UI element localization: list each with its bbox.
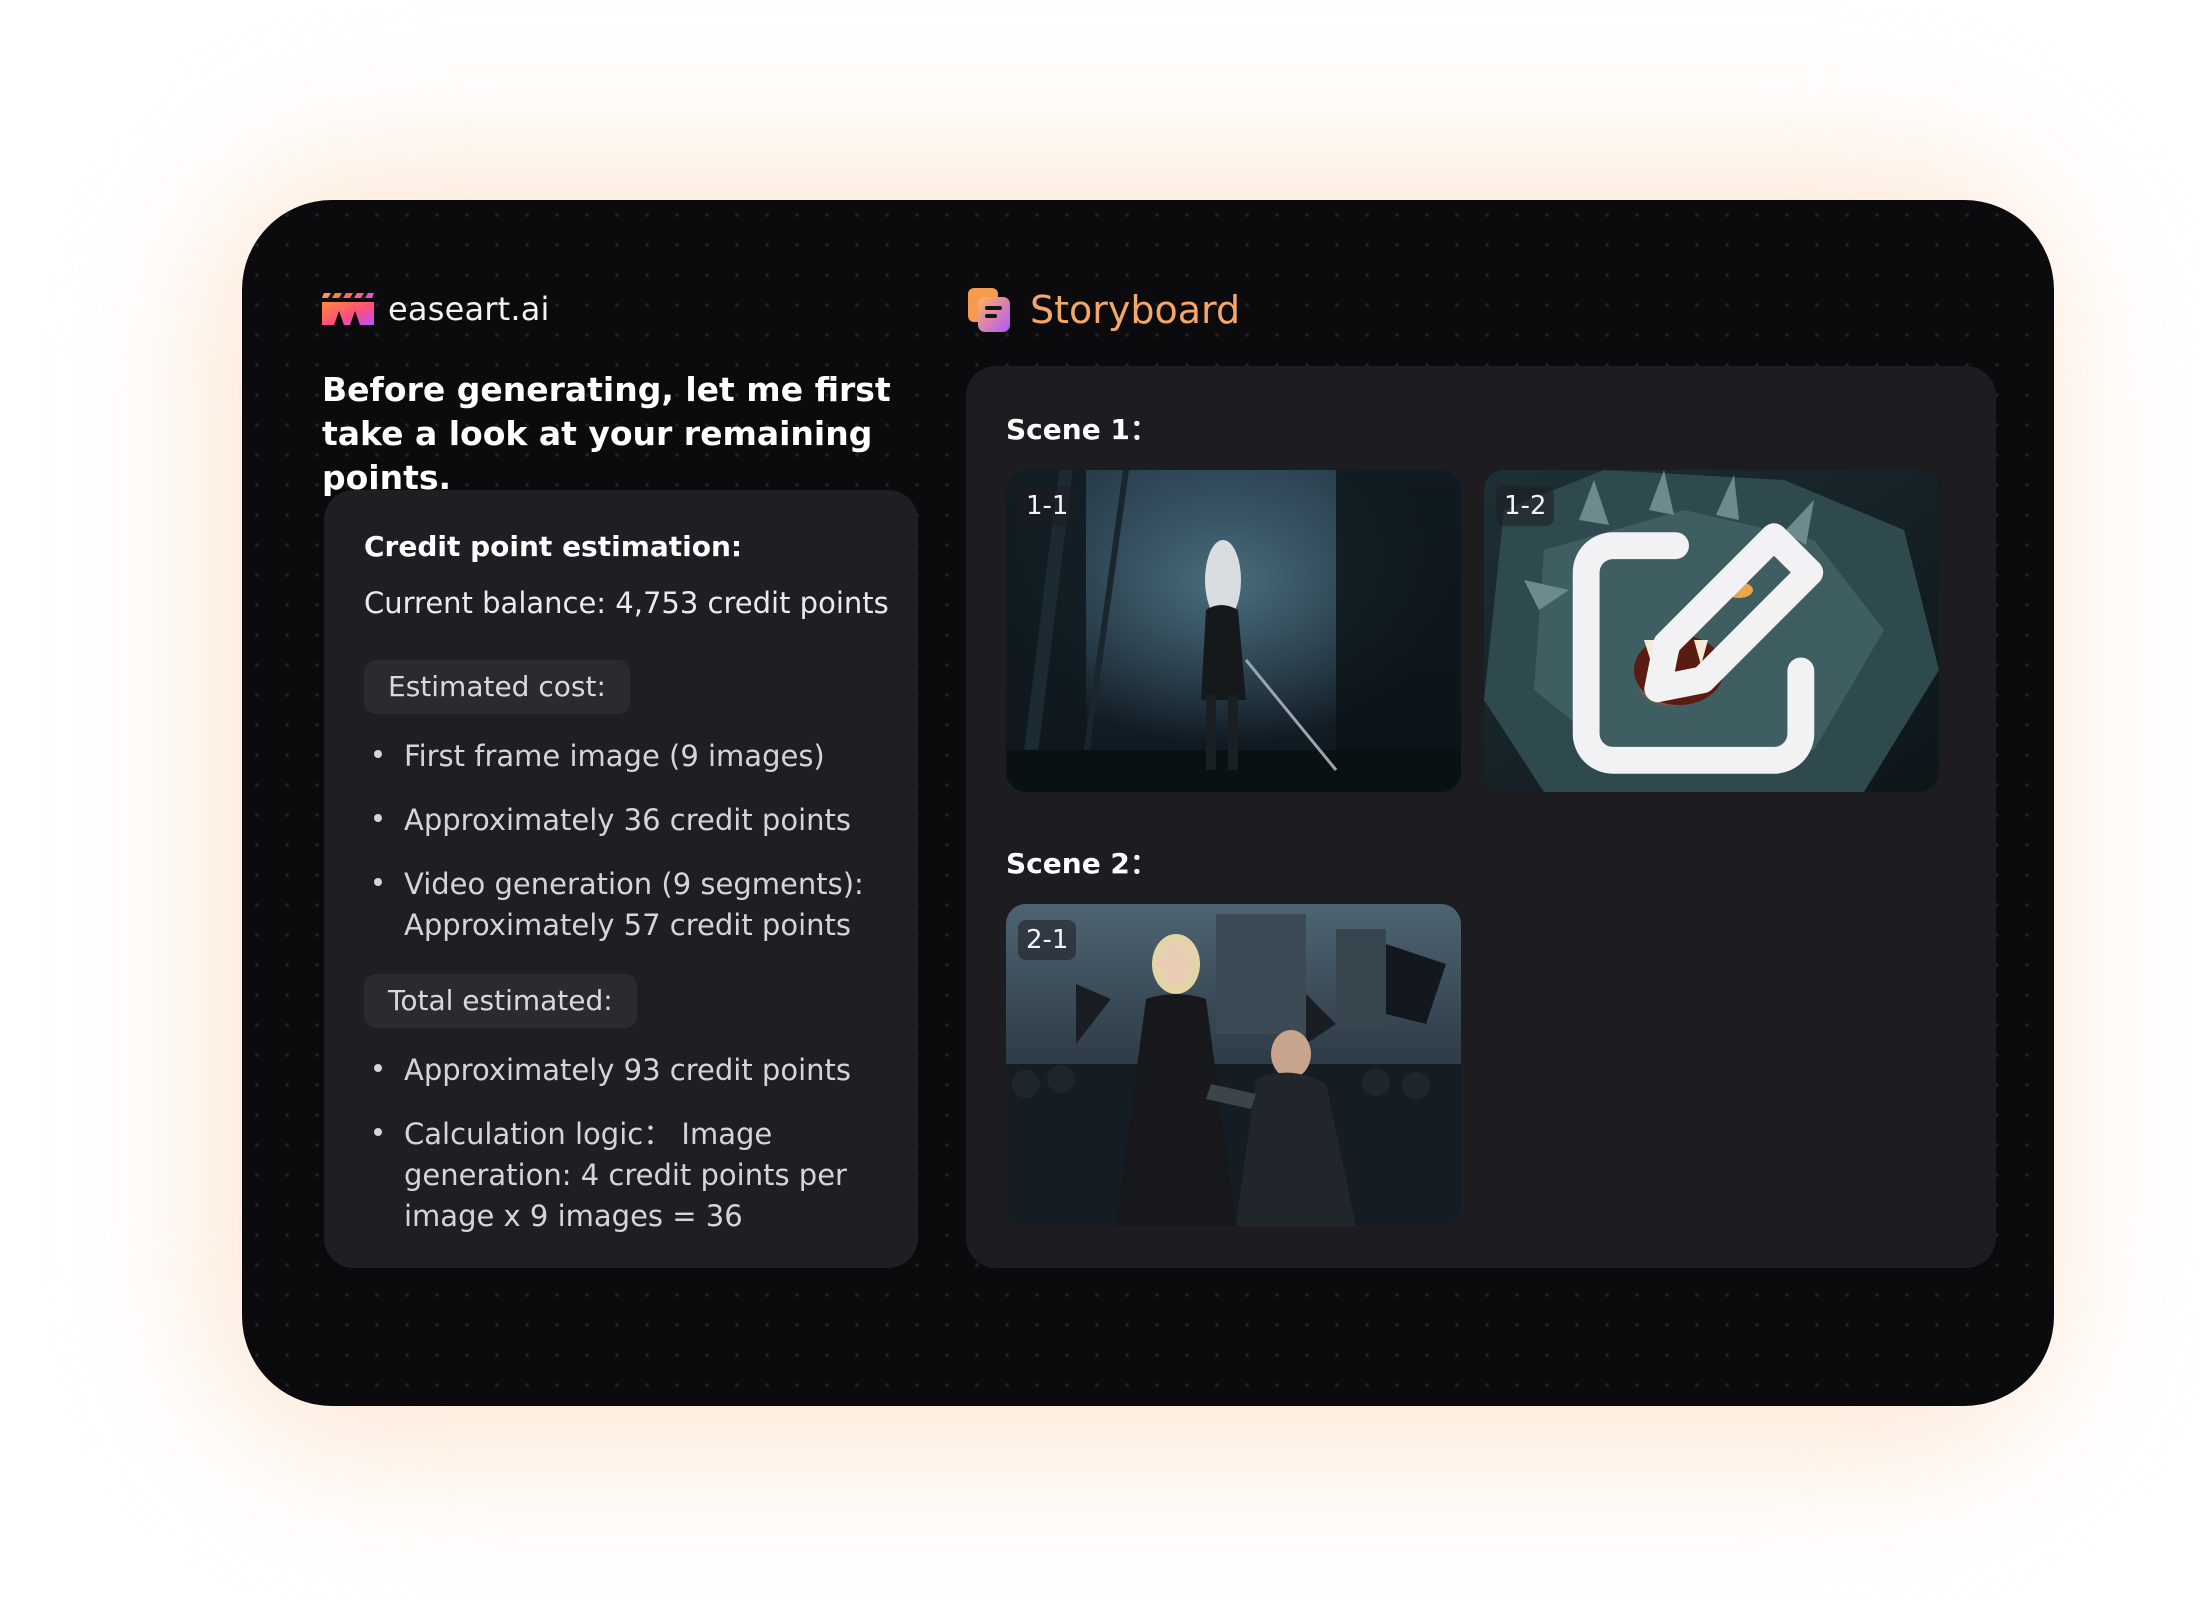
current-balance: Current balance: 4,753 credit points [364, 586, 889, 620]
list-item-text: Calculation logic： Image generation: 4 c… [404, 1117, 847, 1233]
total-estimated-label: Total estimated: [364, 974, 637, 1028]
credit-title: Credit point estimation: [364, 530, 743, 563]
bullet-dot [374, 814, 382, 822]
shot-2-1[interactable]: 2-1 [1006, 904, 1461, 1226]
list-item-text: First frame image (9 images) [404, 739, 825, 773]
app-frame: easeart.ai Before generating, let me fir… [242, 200, 2054, 1406]
scene-1-label: Scene 1： [1006, 413, 1158, 446]
list-item: Approximately 36 credit points [368, 800, 888, 841]
bullet-dot [374, 1128, 382, 1136]
list-item: Video generation (9 segments): Approxima… [368, 864, 888, 946]
storyboard-header: Storyboard [966, 286, 1240, 334]
list-item: Approximately 93 credit points [368, 1050, 888, 1091]
shot-1-2[interactable]: 1-2 [1484, 470, 1939, 792]
list-item: First frame image (9 images) [368, 736, 888, 777]
credit-estimation-card: Credit point estimation: Current balance… [324, 490, 918, 1268]
total-estimated-list: Approximately 93 credit points Calculati… [368, 1050, 888, 1260]
estimated-cost-label: Estimated cost: [364, 660, 630, 714]
list-item-text: Approximately 93 credit points [404, 1053, 851, 1087]
page: easeart.ai Before generating, let me fir… [0, 0, 2200, 1600]
bullet-dot [374, 878, 382, 886]
shot-1-1[interactable]: 1-1 [1006, 470, 1461, 792]
shot-id-label: 1-1 [1018, 486, 1077, 526]
brand: easeart.ai [322, 290, 550, 328]
bullet-dot [374, 750, 382, 758]
intro-message: Before generating, let me first take a l… [322, 370, 891, 497]
storyboard-icon [968, 288, 1010, 332]
bullet-dot [374, 1064, 382, 1072]
list-item: Calculation logic： Image generation: 4 c… [368, 1114, 888, 1237]
clapperboard-logo-icon [322, 293, 374, 325]
list-item-text: Video generation (9 segments): Approxima… [404, 867, 864, 942]
brand-name: easeart.ai [388, 290, 550, 328]
storyboard-panel: Scene 1： 1-1 1-2 Scene 2： 2-1 [966, 366, 1996, 1268]
list-item-text: Approximately 36 credit points [404, 803, 851, 837]
edit-icon[interactable] [1484, 492, 1921, 792]
estimated-cost-list: First frame image (9 images) Approximate… [368, 736, 888, 969]
shot-id-label: 2-1 [1018, 920, 1077, 960]
storyboard-title: Storyboard [1030, 288, 1241, 332]
scene-2-label: Scene 2： [1006, 847, 1158, 880]
